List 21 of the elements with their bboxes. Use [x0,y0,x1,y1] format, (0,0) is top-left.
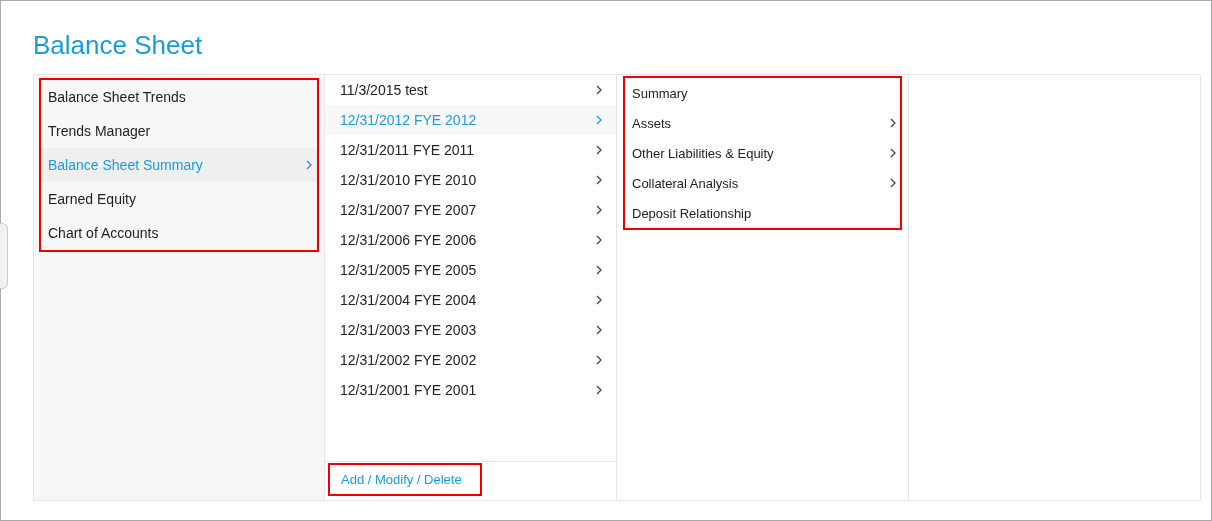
menu-item[interactable]: 12/31/2007 FYE 2007 [325,195,616,225]
menu-item[interactable]: Summary [625,78,900,108]
menu-item[interactable]: 12/31/2003 FYE 2003 [325,315,616,345]
menu-item[interactable]: 12/31/2001 FYE 2001 [325,375,616,405]
menu-item[interactable]: Chart of Accounts [41,216,317,250]
menu-item[interactable]: Deposit Relationship [625,198,900,228]
menu-item[interactable]: Other Liabilities & Equity [625,138,900,168]
side-handle[interactable] [0,223,8,289]
menu-item[interactable]: 12/31/2006 FYE 2006 [325,225,616,255]
menu-item[interactable]: 12/31/2005 FYE 2005 [325,255,616,285]
menu-item[interactable]: 12/31/2004 FYE 2004 [325,285,616,315]
menu-item[interactable]: 12/31/2010 FYE 2010 [325,165,616,195]
page-title: Balance Sheet [33,29,204,62]
menu-item[interactable]: 12/31/2002 FYE 2002 [325,345,616,375]
menu-item[interactable]: 12/31/2011 FYE 2011 [325,135,616,165]
menu-item[interactable]: Balance Sheet Trends [41,80,317,114]
menu-item[interactable]: 11/3/2015 test [325,75,616,105]
menu-item[interactable]: Collateral Analysis [625,168,900,198]
menu-item[interactable]: Trends Manager [41,114,317,148]
menu-item[interactable]: Assets [625,108,900,138]
menu-item[interactable]: Earned Equity [41,182,317,216]
